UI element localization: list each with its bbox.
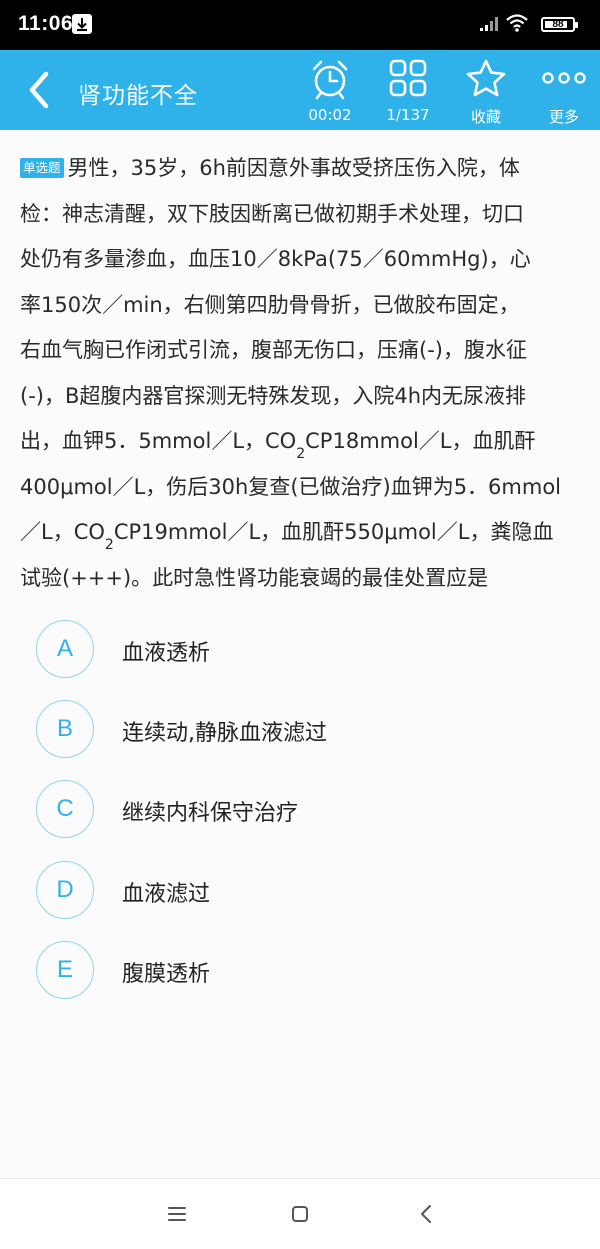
favorite-label: 收藏 bbox=[470, 108, 501, 126]
back-icon[interactable] bbox=[412, 1199, 442, 1229]
status-bar: 11:06 88 bbox=[0, 0, 600, 50]
menu-icon[interactable] bbox=[162, 1199, 192, 1229]
option-e[interactable]: E 腹膜透析 bbox=[36, 941, 576, 1001]
question-index-button[interactable]: 1/137 bbox=[373, 54, 443, 126]
option-letter: D bbox=[36, 861, 94, 919]
question-line: 右血气胸已作闭式引流，腹部无伤口，压痛(-)，腹水征 bbox=[20, 338, 527, 362]
question-stem: 单选题 男性，35岁，6h前因意外事故受挤压伤入院，体 检：神志清醒，双下肢因断离… bbox=[20, 146, 582, 601]
favorite-button[interactable]: 收藏 bbox=[451, 54, 521, 126]
battery-text: 88 bbox=[552, 19, 564, 30]
option-text: 血液透析 bbox=[122, 641, 211, 666]
more-label: 更多 bbox=[548, 108, 579, 126]
question-text: 男性，35岁，6h前因意外事故受挤压伤入院，体 bbox=[67, 156, 520, 180]
more-button[interactable]: 更多 bbox=[529, 54, 599, 126]
question-line: 试验(+++)。此时急性肾功能衰竭的最佳处置应是 bbox=[20, 565, 489, 590]
option-b[interactable]: B 连续动,静脉血液滤过 bbox=[36, 700, 576, 760]
question-line: 率150次／min，右侧第四肋骨骨折，已做胶布固定， bbox=[20, 292, 520, 317]
alarm-clock-icon bbox=[312, 60, 348, 100]
wifi-icon bbox=[506, 14, 528, 32]
option-letter: C bbox=[36, 780, 94, 838]
option-text: 血液滤过 bbox=[122, 882, 211, 907]
question-line: ／L，CO2CP19mmol／L，血肌酐550μmol／L，粪隐血 bbox=[20, 510, 582, 556]
system-nav-bar bbox=[0, 1178, 600, 1249]
home-icon[interactable] bbox=[285, 1199, 315, 1229]
download-icon bbox=[72, 14, 92, 34]
question-text: CP19mmol／L，血肌酐550μmol／L，粪隐血 bbox=[113, 520, 554, 544]
option-text: 腹膜透析 bbox=[122, 962, 211, 987]
question-line: 检：神志清醒，双下肢因断离已做初期手术处理，切口 bbox=[20, 201, 524, 226]
subscript: 2 bbox=[296, 446, 306, 462]
option-d[interactable]: D 血液滤过 bbox=[36, 861, 576, 921]
more-dots-icon bbox=[542, 72, 586, 84]
timer-button[interactable]: 00:02 bbox=[295, 54, 365, 126]
question-type-badge: 单选题 bbox=[20, 158, 64, 178]
question-line: 处仍有多量渗血，血压10／8kPa(75／60mmHg)，心 bbox=[20, 247, 531, 271]
battery-icon: 88 bbox=[541, 17, 578, 32]
option-c[interactable]: C 继续内科保守治疗 bbox=[36, 780, 576, 840]
option-a[interactable]: A 血液透析 bbox=[36, 620, 576, 680]
question-line: 单选题 男性，35岁，6h前因意外事故受挤压伤入院，体 bbox=[20, 146, 582, 192]
option-letter: A bbox=[36, 620, 94, 678]
option-text: 继续内科保守治疗 bbox=[122, 801, 299, 826]
status-time: 11:06 bbox=[18, 12, 74, 35]
question-line: 出，血钾5．5mmol／L，CO2CP18mmol／L，血肌酐 bbox=[20, 419, 582, 465]
app-header: 肾功能不全 00:02 1/137 收藏 更多 bbox=[0, 50, 600, 130]
signal-icon bbox=[480, 17, 498, 31]
question-text: 出，血钾5．5mmol／L，CO bbox=[20, 429, 297, 453]
progress-label: 1/137 bbox=[386, 106, 430, 124]
option-letter: E bbox=[36, 941, 94, 999]
question-text: CP18mmol／L，血肌酐 bbox=[305, 429, 536, 453]
star-icon bbox=[466, 59, 506, 97]
option-letter: B bbox=[36, 700, 94, 758]
question-line: 400μmol／L，伤后30h复查(已做治疗)血钾为5．6mmol bbox=[20, 474, 562, 499]
page-title: 肾功能不全 bbox=[78, 83, 198, 109]
question-line: (-)，B超腹内器官探测无特殊发现，入院4h内无尿液排 bbox=[20, 383, 527, 408]
option-text: 连续动,静脉血液滤过 bbox=[122, 721, 327, 746]
subscript: 2 bbox=[104, 537, 114, 553]
question-text: ／L，CO bbox=[20, 520, 105, 544]
back-arrow-icon[interactable] bbox=[22, 68, 56, 112]
timer-label: 00:02 bbox=[308, 106, 352, 124]
grid-icon bbox=[389, 59, 427, 97]
